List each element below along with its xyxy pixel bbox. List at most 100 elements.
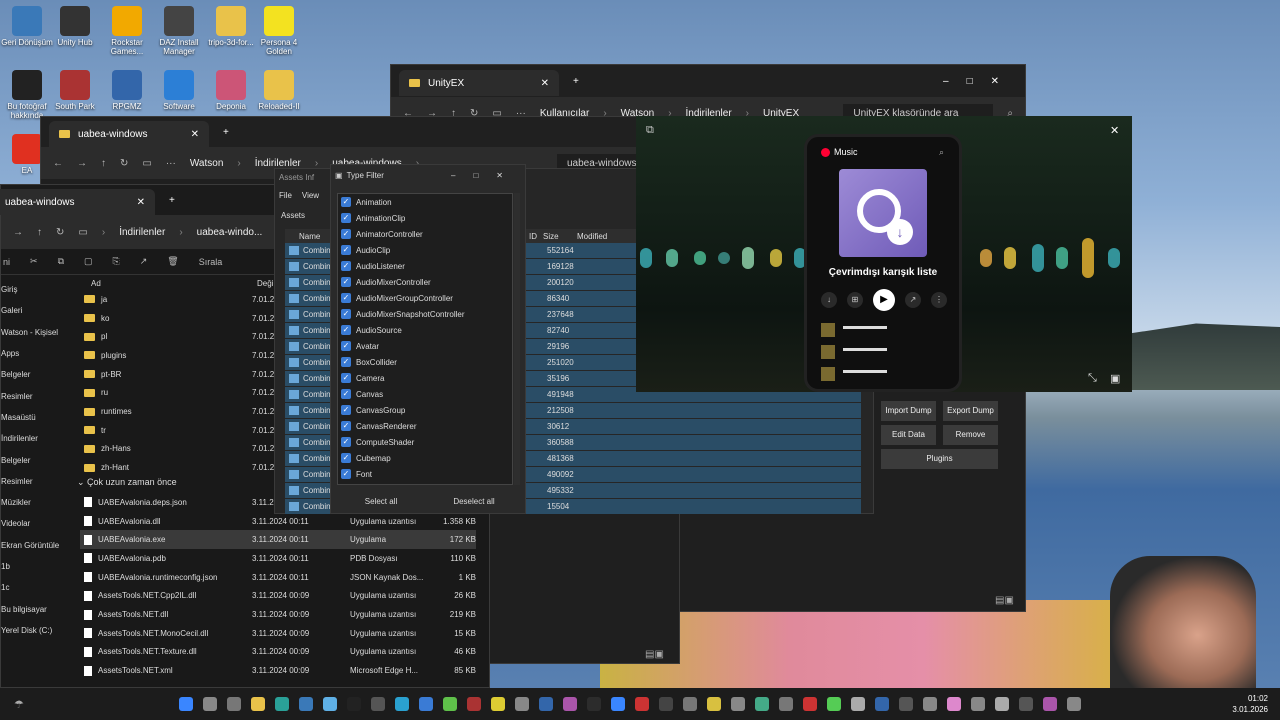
type-filter-item[interactable]: ✓GameObject (338, 482, 512, 484)
taskbar-app-icon[interactable] (1066, 697, 1081, 711)
back-icon[interactable]: ← (53, 158, 63, 169)
type-filter-item[interactable]: ✓ ComputeShader (338, 434, 512, 450)
type-filter-item[interactable]: ✓ Avatar (338, 338, 512, 354)
type-filter-item[interactable]: ✓ AudioMixerSnapshotController (338, 306, 512, 322)
tab-unityex[interactable]: UnityEX ✕ (399, 70, 559, 96)
sidebar-item[interactable]: Belgeler (1, 449, 71, 470)
file-row[interactable]: UABEAvalonia.pdb 3.11.2024 00:11 PDB Dosya… (80, 549, 476, 568)
checkbox-checked-icon[interactable]: ✓ (341, 437, 351, 447)
more-icon[interactable]: ··· (166, 158, 176, 169)
desktop-icon-4[interactable]: tripo-3d-for... (204, 6, 258, 47)
taskbar-app-icon[interactable] (226, 697, 241, 711)
desktop-icon-11[interactable]: Reloaded-II (252, 70, 306, 111)
tab-assets[interactable]: Assets (281, 211, 305, 220)
desktop-icon-2[interactable]: Rockstar Games... (100, 6, 154, 56)
breadcrumb-1[interactable]: Watson (190, 158, 224, 169)
desktop-icon-9[interactable]: Software (152, 70, 206, 111)
export-dump-button[interactable]: Export Dump (943, 401, 998, 421)
sidebar-item[interactable]: 1b (1, 556, 71, 577)
type-filter-item[interactable]: ✓ AnimatorController (338, 226, 512, 242)
taskbar-app-icon[interactable] (754, 697, 769, 711)
refresh-icon[interactable]: ↻ (56, 227, 64, 238)
desktop-icon-0[interactable]: Geri Dönüşüm (0, 6, 54, 47)
edit-data-button[interactable]: Edit Data (881, 425, 936, 445)
desktop-icon-3[interactable]: DAZ Install Manager (152, 6, 206, 56)
file-row[interactable]: UABEAvalonia.exe 3.11.2024 00:11 Uygulama 1… (80, 530, 476, 550)
column-header-name[interactable]: Ad (91, 279, 101, 288)
breadcrumb-2[interactable]: uabea-windo... (197, 227, 263, 238)
col-size[interactable]: Size (543, 232, 577, 241)
menu-view[interactable]: View (302, 191, 319, 200)
checkbox-checked-icon[interactable]: ✓ (341, 357, 351, 367)
track-item[interactable] (821, 323, 887, 337)
clock[interactable]: 01:02 3.01.2026 (1232, 693, 1268, 715)
menu-file[interactable]: File (279, 191, 292, 200)
delete-icon[interactable]: 🗑 (167, 256, 178, 267)
taskbar-app-icon[interactable] (274, 697, 289, 711)
rename-icon[interactable]: ⎘ (113, 256, 120, 267)
close-tab-icon[interactable]: ✕ (137, 197, 145, 208)
taskbar-app-icon[interactable] (610, 697, 625, 711)
taskbar-app-icon[interactable] (346, 697, 361, 711)
taskbar-app-icon[interactable] (706, 697, 721, 711)
breadcrumb-1[interactable]: İndirilenler (119, 227, 165, 238)
taskbar-app-icon[interactable] (874, 697, 889, 711)
desktop-icon-5[interactable]: Persona 4 Golden (252, 6, 306, 56)
remove-button[interactable]: Remove (943, 425, 998, 445)
taskbar-app-icon[interactable] (418, 697, 433, 711)
checkbox-checked-icon[interactable]: ✓ (341, 293, 351, 303)
taskbar-app-icon[interactable] (850, 697, 865, 711)
file-row[interactable]: AssetsTools.NET.Cpp2IL.dll 3.11.2024 00:0… (80, 587, 476, 606)
forward-icon[interactable]: → (77, 158, 87, 169)
search-icon[interactable]: ⌕ (939, 147, 944, 158)
sidebar-item[interactable]: 1c (1, 577, 71, 598)
taskbar-app-icon[interactable] (994, 697, 1009, 711)
taskbar-app-icon[interactable] (946, 697, 961, 711)
paste-icon[interactable]: ▢ (84, 256, 93, 267)
taskbar-app-icon[interactable] (634, 697, 649, 711)
desktop-icon-7[interactable]: South Park (48, 70, 102, 111)
type-filter-item[interactable]: ✓ Font (338, 466, 512, 482)
sidebar-item[interactable]: Masaüstü (1, 407, 71, 428)
sidebar-item[interactable]: Watson - Kişisel (1, 322, 71, 343)
close-tab-icon[interactable]: ✕ (541, 78, 549, 89)
type-filter-item[interactable]: ✓ AudioMixerGroupController (338, 290, 512, 306)
taskbar-app-icon[interactable] (802, 697, 817, 711)
taskbar-app-icon[interactable] (658, 697, 673, 711)
sidebar-item[interactable]: Giriş (1, 279, 71, 300)
checkbox-checked-icon[interactable]: ✓ (341, 309, 351, 319)
expand-icon[interactable]: ⤡ (1088, 372, 1097, 385)
taskbar-app-icon[interactable] (442, 697, 457, 711)
monitor-icon[interactable]: ▭ (142, 158, 151, 169)
taskbar-app-icon[interactable] (538, 697, 553, 711)
taskbar-app-icon[interactable] (586, 697, 601, 711)
taskbar-app-icon[interactable] (178, 697, 193, 711)
new-tab-icon[interactable]: + (169, 195, 175, 206)
sidebar-item[interactable]: Müzikler (1, 492, 71, 513)
checkbox-checked-icon[interactable]: ✓ (341, 325, 351, 335)
share-icon[interactable]: ↗ (905, 292, 921, 308)
column-header-date[interactable]: Deği (257, 279, 273, 288)
playlist-cover[interactable]: ↓ (839, 169, 927, 257)
type-filter-item[interactable]: ✓ AudioSource (338, 322, 512, 338)
sidebar-item[interactable]: Galeri (1, 300, 71, 321)
type-filter-item[interactable]: ✓ CanvasRenderer (338, 418, 512, 434)
type-filter-item[interactable]: ✓ Cubemap (338, 450, 512, 466)
sidebar-item[interactable]: Bu bilgisayar (1, 598, 71, 619)
taskbar-app-icon[interactable] (202, 697, 217, 711)
track-item[interactable] (821, 367, 887, 381)
col-modified[interactable]: Modified (577, 232, 607, 241)
import-dump-button[interactable]: Import Dump (881, 401, 936, 421)
more-icon[interactable]: ⋮ (931, 292, 947, 308)
new-tab-icon[interactable]: + (223, 127, 229, 138)
type-filter-item[interactable]: ✓ CanvasGroup (338, 402, 512, 418)
desktop-icon-6[interactable]: Bu fotoğraf hakkında (0, 70, 54, 120)
taskbar-app-icon[interactable] (466, 697, 481, 711)
checkbox-checked-icon[interactable]: ✓ (341, 453, 351, 463)
taskbar-app-icon[interactable] (514, 697, 529, 711)
sidebar-item[interactable]: Belgeler (1, 364, 71, 385)
checkbox-checked-icon[interactable]: ✓ (341, 245, 351, 255)
file-row[interactable]: AssetsTools.NET.Texture.dll 3.11.2024 00:… (80, 643, 476, 662)
file-row[interactable]: UABEAvalonia.runtimeconfig.json 3.11.2024… (80, 568, 476, 587)
taskbar-app-icon[interactable] (322, 697, 337, 711)
